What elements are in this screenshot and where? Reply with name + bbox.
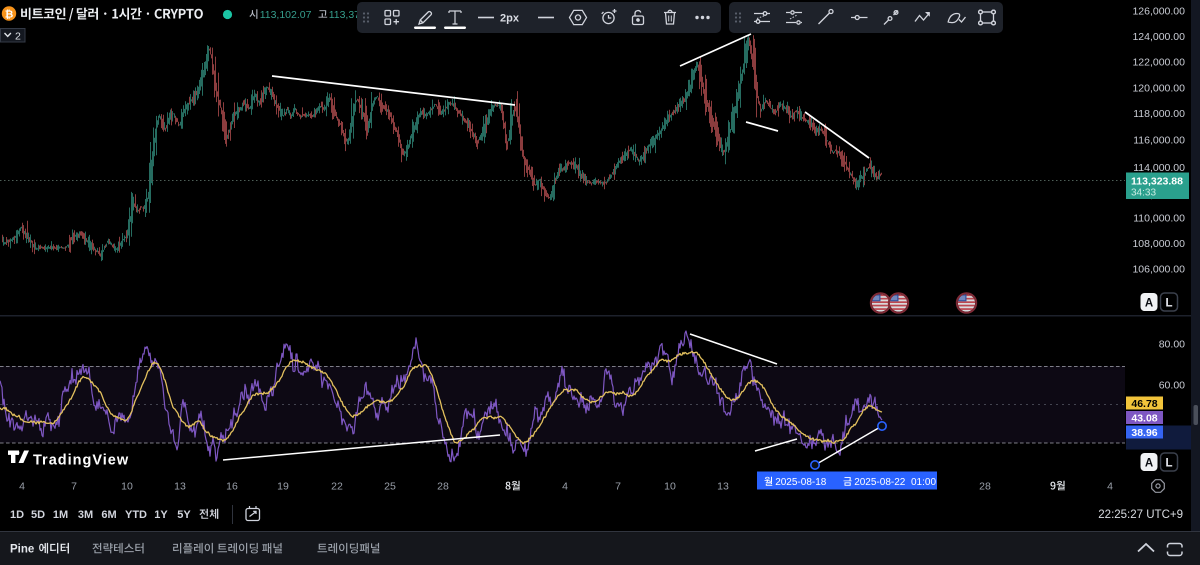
svg-text:L: L xyxy=(1165,298,1172,310)
svg-text:5D: 5D xyxy=(31,509,45,521)
svg-text:A: A xyxy=(1145,298,1153,310)
svg-text:L: L xyxy=(1165,458,1172,470)
svg-text:01:00: 01:00 xyxy=(911,477,936,488)
svg-text:60.00: 60.00 xyxy=(1159,380,1185,392)
svg-text:13: 13 xyxy=(717,481,729,493)
svg-text:43.08: 43.08 xyxy=(1131,412,1157,424)
svg-text:110,000.00: 110,000.00 xyxy=(1133,213,1185,225)
svg-text:25: 25 xyxy=(384,481,396,493)
svg-text:1D: 1D xyxy=(10,509,24,521)
svg-text:Pine: Pine xyxy=(10,544,34,556)
svg-text:6M: 6M xyxy=(101,509,116,521)
svg-text:118,000.00: 118,000.00 xyxy=(1133,108,1185,120)
svg-text:28: 28 xyxy=(979,481,991,493)
svg-text:7: 7 xyxy=(71,481,77,493)
svg-text:₿: ₿ xyxy=(5,9,14,21)
svg-text:10: 10 xyxy=(664,481,676,493)
svg-text:1Y: 1Y xyxy=(154,509,168,521)
svg-text:22: 22 xyxy=(331,481,343,493)
svg-text:2: 2 xyxy=(15,31,21,43)
svg-text:16: 16 xyxy=(226,481,238,493)
svg-text:A: A xyxy=(1145,458,1153,470)
svg-text:46.78: 46.78 xyxy=(1131,398,1157,410)
svg-text:120,000.00: 120,000.00 xyxy=(1132,83,1185,95)
svg-text:1M: 1M xyxy=(53,509,68,521)
svg-text:4: 4 xyxy=(562,481,568,493)
svg-text:2025-08-22: 2025-08-22 xyxy=(854,477,906,488)
svg-text:19: 19 xyxy=(277,481,289,493)
svg-text:2025-08-18: 2025-08-18 xyxy=(775,477,827,488)
svg-text:4: 4 xyxy=(1107,481,1113,493)
svg-text:106,000.00: 106,000.00 xyxy=(1132,264,1185,276)
svg-text:38.96: 38.96 xyxy=(1131,427,1157,439)
svg-text:126,000.00: 126,000.00 xyxy=(1132,5,1185,17)
svg-text:13: 13 xyxy=(174,481,186,493)
svg-text:80.00: 80.00 xyxy=(1159,339,1185,351)
svg-text:22:25:27 UTC+9: 22:25:27 UTC+9 xyxy=(1098,509,1183,521)
svg-text:YTD: YTD xyxy=(125,509,147,521)
svg-text:108,000.00: 108,000.00 xyxy=(1132,238,1185,250)
svg-text:2px: 2px xyxy=(500,13,520,25)
svg-text:28: 28 xyxy=(437,481,449,493)
svg-text:113,102.07: 113,102.07 xyxy=(260,9,312,21)
svg-text:7: 7 xyxy=(615,481,621,493)
svg-text:124,000.00: 124,000.00 xyxy=(1132,31,1185,43)
svg-text:TradingView: TradingView xyxy=(33,453,129,469)
svg-text:10: 10 xyxy=(121,481,133,493)
svg-text:3M: 3M xyxy=(78,509,93,521)
svg-text:34:33: 34:33 xyxy=(1131,188,1156,199)
svg-text:114,000.00: 114,000.00 xyxy=(1133,162,1185,174)
svg-text:113,323.88: 113,323.88 xyxy=(1131,176,1183,188)
svg-text:116,000.00: 116,000.00 xyxy=(1133,135,1185,147)
svg-text:5Y: 5Y xyxy=(177,509,191,521)
svg-text:4: 4 xyxy=(19,481,25,493)
svg-text:122,000.00: 122,000.00 xyxy=(1132,56,1185,68)
